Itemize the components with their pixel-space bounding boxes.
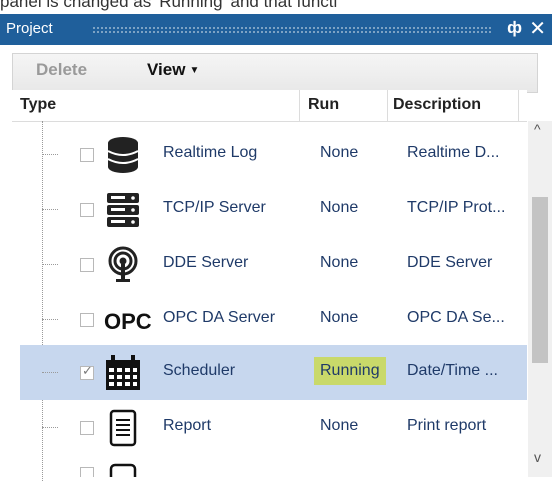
titlebar-grip — [92, 26, 492, 33]
table-row[interactable]: OPC OPC DA Server None OPC DA Se... — [20, 292, 527, 347]
row-description: Date/Time ... — [407, 362, 498, 379]
row-checkbox[interactable] — [80, 203, 94, 217]
tree-connector — [42, 372, 58, 373]
table-row[interactable]: DDE Server None DDE Server — [20, 237, 527, 292]
row-type-name: Realtime Log — [163, 144, 258, 161]
toolbar-strip: Delete View ▼ — [12, 53, 538, 93]
chevron-down-icon: ▼ — [189, 65, 200, 76]
delete-button[interactable]: Delete — [36, 60, 87, 80]
column-header-type[interactable]: Type — [20, 96, 56, 114]
tree-connector — [42, 319, 58, 320]
tree-connector — [42, 427, 58, 428]
row-description: OPC DA Se... — [407, 309, 505, 326]
row-description: Realtime D... — [407, 144, 500, 161]
row-run-status: None — [320, 144, 359, 161]
view-menu-button[interactable]: View ▼ — [147, 60, 199, 80]
tree-connector — [42, 154, 58, 155]
pin-icon[interactable]: ф — [507, 18, 522, 38]
close-icon[interactable]: ✕ — [529, 16, 546, 41]
row-checkbox[interactable] — [80, 467, 94, 477]
column-divider[interactable] — [387, 90, 388, 121]
row-type-name: Scheduler — [163, 362, 236, 379]
row-description: DDE Server — [407, 254, 493, 271]
opc-icon: OPC — [104, 309, 151, 334]
row-checkbox[interactable]: ✓ — [80, 363, 94, 380]
server-rack-icon — [107, 193, 139, 227]
row-type-name: Report — [163, 417, 212, 434]
scroll-up-arrow-icon[interactable]: ^ — [534, 121, 541, 137]
row-checkbox[interactable] — [80, 258, 94, 272]
table-row[interactable]: Report None Print report — [20, 400, 527, 455]
table-row[interactable]: Realtime Log None Realtime D... — [20, 127, 527, 182]
table-row[interactable]: TCP/IP Server None TCP/IP Prot... — [20, 182, 527, 237]
document-icon — [109, 409, 137, 447]
column-header-run[interactable]: Run — [308, 96, 339, 114]
panel-title: Project — [6, 20, 53, 37]
row-description: TCP/IP Prot... — [407, 199, 506, 216]
project-panel-titlebar[interactable]: Project ф ✕ — [0, 14, 552, 45]
row-type-name: DDE Server — [163, 254, 249, 271]
background-caption-text: panel is changed as 'Running' and that f… — [0, 0, 338, 11]
checkmark-icon: ✓ — [82, 363, 93, 378]
row-description: Print report — [407, 417, 487, 434]
vertical-scrollbar[interactable]: ^ v — [528, 121, 552, 477]
tree-connector — [42, 209, 58, 210]
row-run-status: None — [320, 199, 359, 216]
antenna-icon — [108, 246, 138, 282]
view-menu-label: View — [147, 60, 186, 79]
row-checkbox[interactable] — [80, 421, 94, 435]
row-run-status: None — [320, 417, 359, 434]
device-icon — [109, 463, 137, 477]
scrollbar-thumb[interactable] — [532, 197, 548, 363]
column-divider[interactable] — [518, 90, 519, 121]
row-run-status: None — [320, 254, 359, 271]
table-row-partial[interactable] — [20, 455, 527, 477]
calendar-icon — [106, 355, 140, 390]
opc-icon-text: OPC — [104, 309, 151, 334]
table-row-selected[interactable]: ✓ Scheduler Running Date/Time ... — [20, 345, 527, 400]
row-checkbox[interactable] — [80, 313, 94, 327]
row-checkbox[interactable] — [80, 148, 94, 162]
tree-connector — [42, 264, 58, 265]
scroll-down-arrow-icon[interactable]: v — [534, 449, 541, 465]
running-status-badge: Running — [314, 357, 386, 385]
row-run-status: None — [320, 309, 359, 326]
row-type-name: TCP/IP Server — [163, 199, 266, 216]
database-icon — [107, 137, 139, 173]
column-header-description[interactable]: Description — [393, 96, 481, 114]
column-header: Type Run Description — [12, 90, 527, 122]
row-type-name: OPC DA Server — [163, 309, 276, 326]
column-divider[interactable] — [299, 90, 300, 121]
